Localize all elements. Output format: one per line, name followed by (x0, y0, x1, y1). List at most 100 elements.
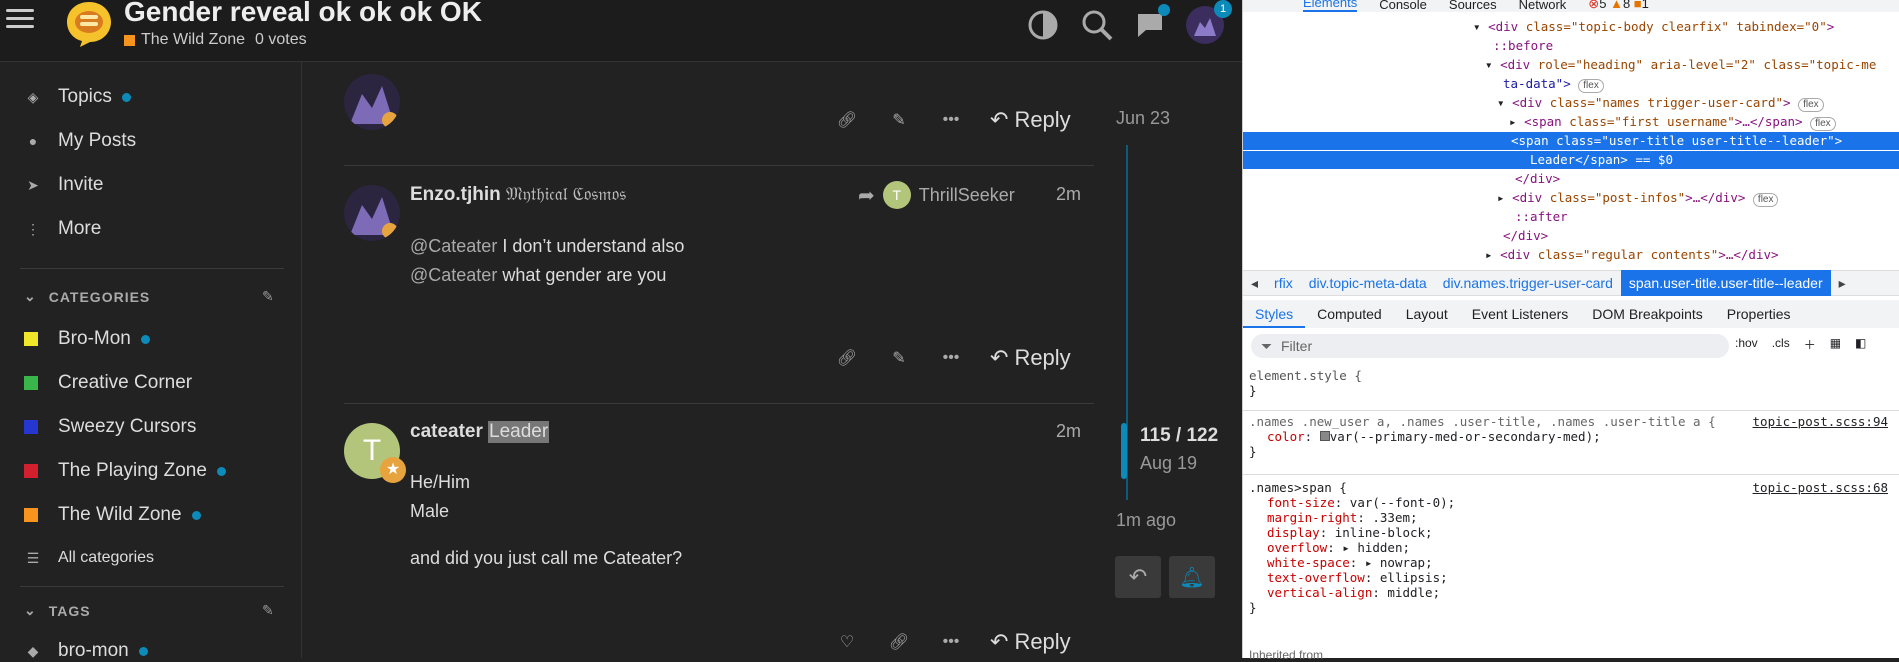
link-icon[interactable]: 🔗︎ (886, 629, 912, 655)
breadcrumb-scroll-right[interactable]: ▸ (1831, 275, 1854, 292)
post-avatar[interactable] (344, 185, 400, 241)
post-time[interactable]: 2m (1056, 421, 1081, 442)
timeline-start-date[interactable]: Jun 23 (1116, 108, 1170, 129)
hov-toggle[interactable]: :hov (1735, 336, 1758, 353)
sidebar-item-topics[interactable]: ◈ Topics (24, 86, 131, 108)
rule-property[interactable]: overflow: ▸ hidden; (1243, 540, 1899, 555)
tab-layout[interactable]: Layout (1394, 306, 1460, 322)
sidebar-item-my-posts[interactable]: ● My Posts (24, 130, 136, 152)
breadcrumb-item[interactable]: div.names.trigger-user-card (1435, 275, 1621, 291)
breadcrumb-item[interactable]: rfix (1266, 275, 1301, 291)
edit-pencil-icon[interactable]: ✎ (886, 345, 912, 371)
more-horizontal-icon[interactable]: ••• (938, 629, 964, 655)
hamburger-menu-button[interactable] (6, 4, 34, 34)
post-avatar[interactable] (344, 74, 400, 130)
dom-node-selected[interactable]: <span class="user-title user-title--lead… (1243, 132, 1899, 150)
dom-node[interactable]: ::after (1515, 208, 1568, 226)
search-icon[interactable] (1078, 6, 1116, 44)
rule-selector[interactable]: element.style { (1243, 368, 1899, 383)
rule-property[interactable]: display: inline-block; (1243, 525, 1899, 540)
edit-tags-icon[interactable]: ✎ (262, 602, 274, 619)
post-time[interactable]: 2m (1056, 184, 1081, 205)
topic-category[interactable]: The Wild Zone 0 votes (124, 31, 307, 49)
rule-property[interactable]: white-space: ▸ nowrap; (1243, 555, 1899, 570)
chat-icon[interactable] (1132, 4, 1170, 44)
more-horizontal-icon[interactable]: ••• (938, 107, 964, 133)
dom-node[interactable]: ta-data"> flex (1503, 75, 1604, 93)
reply-button[interactable]: ↶ Reply (990, 107, 1071, 133)
tab-dom-breakpoints[interactable]: DOM Breakpoints (1580, 306, 1714, 322)
sidebar-all-categories[interactable]: ☰ All categories (24, 549, 154, 567)
tab-event-listeners[interactable]: Event Listeners (1460, 306, 1581, 322)
sidebar-toggle-icon[interactable]: ◧ (1855, 336, 1866, 353)
sidebar-category-creative-corner[interactable]: Creative Corner (24, 372, 192, 394)
dom-node[interactable]: ▸ <span class="first username">…</span> … (1509, 113, 1836, 131)
sidebar-category-bro-mon[interactable]: Bro-Mon (24, 328, 150, 350)
dom-node[interactable]: </div> (1503, 227, 1548, 245)
dom-node[interactable]: ▾ <div role="heading" aria-level="2" cla… (1485, 56, 1876, 74)
reply-topic-button[interactable]: ↶ (1115, 556, 1161, 598)
flex-badge[interactable]: flex (1578, 79, 1604, 93)
breadcrumb-item[interactable]: div.topic-meta-data (1301, 275, 1435, 291)
post-username[interactable]: Enzo.tjhin (410, 184, 501, 206)
site-logo[interactable] (64, 0, 114, 48)
theme-toggle-icon[interactable] (1024, 6, 1062, 44)
user-avatar[interactable]: 1 (1186, 0, 1232, 44)
tab-console[interactable]: Console (1379, 0, 1427, 12)
sidebar-item-invite[interactable]: ➤ Invite (24, 174, 103, 196)
tab-styles[interactable]: Styles (1243, 300, 1306, 328)
link-icon[interactable]: 🔗︎ (834, 107, 860, 133)
dom-node[interactable]: ▾ <div class="topic-body clearfix" tabin… (1473, 18, 1834, 36)
post-avatar[interactable]: T ★ (344, 423, 406, 483)
sidebar-category-the-wild-zone[interactable]: The Wild Zone (24, 504, 201, 526)
cls-toggle[interactable]: .cls (1772, 336, 1790, 353)
link-icon[interactable]: 🔗︎ (834, 345, 860, 371)
topic-title[interactable]: Gender reveal ok ok ok OK (124, 0, 482, 28)
dom-node[interactable]: ▸ <div class="regular contents">…</div> (1485, 246, 1779, 264)
more-horizontal-icon[interactable]: ••• (938, 345, 964, 371)
tab-elements[interactable]: Elements (1303, 0, 1358, 12)
timeline-last-activity[interactable]: 1m ago (1116, 510, 1176, 531)
categories-heading[interactable]: ⌄ CATEGORIES (24, 288, 150, 305)
reply-button[interactable]: ↶ Reply (990, 629, 1071, 655)
dom-node[interactable]: ▾ <div class="names trigger-user-card"> … (1497, 94, 1824, 112)
rule-source-link[interactable]: topic-post.scss:94 (1753, 414, 1888, 429)
tags-heading[interactable]: ⌄ TAGS (24, 602, 91, 619)
tab-network[interactable]: Network (1519, 0, 1567, 12)
mention-link[interactable]: @Cateater (410, 236, 497, 256)
post-username[interactable]: cateater (410, 421, 483, 443)
color-swatch[interactable] (1319, 431, 1330, 441)
rule-source-link[interactable]: topic-post.scss:68 (1753, 480, 1888, 495)
tab-properties[interactable]: Properties (1715, 306, 1803, 322)
edit-categories-icon[interactable]: ✎ (262, 288, 274, 305)
styles-filter-input[interactable]: ⏷ Filter (1251, 334, 1729, 358)
tab-computed[interactable]: Computed (1305, 306, 1394, 322)
sidebar-category-the-playing-zone[interactable]: The Playing Zone (24, 460, 226, 482)
notification-level-button[interactable]: 🔔︎ (1169, 556, 1215, 598)
sidebar-category-sweezy-cursors[interactable]: Sweezy Cursors (24, 416, 196, 438)
paint-icon[interactable]: ▦ (1830, 336, 1841, 353)
dom-node-selected[interactable]: Leader</span> == $0 (1243, 151, 1899, 169)
dom-node[interactable]: ::before (1493, 37, 1553, 55)
mention-link[interactable]: @Cateater (410, 265, 497, 285)
add-rule-icon[interactable]: ＋ (1804, 336, 1816, 353)
sidebar-item-more[interactable]: ⋮ More (24, 218, 101, 240)
rule-property[interactable]: color: var(--primary-med-or-secondary-me… (1243, 429, 1899, 444)
rule-property[interactable]: margin-right: .33em; (1243, 510, 1899, 525)
rule-property[interactable]: font-size: var(--font-0); (1243, 495, 1899, 510)
error-count[interactable]: ⊗5 ▲8 ■1 (1588, 0, 1649, 12)
flex-badge[interactable]: flex (1752, 193, 1779, 207)
reply-button[interactable]: ↶ Reply (990, 345, 1071, 371)
breadcrumb-item-active[interactable]: span.user-title.user-title--leader (1620, 270, 1831, 296)
tab-sources[interactable]: Sources (1449, 0, 1497, 12)
flex-badge[interactable]: flex (1798, 98, 1824, 112)
reply-to-tab[interactable]: ➦ T ThrillSeeker (858, 181, 1015, 209)
category-label[interactable]: The Wild Zone (141, 31, 245, 49)
timeline-handle[interactable] (1121, 423, 1127, 479)
sidebar-tag-bro-mon[interactable]: ◆ bro-mon (24, 640, 148, 662)
heart-icon[interactable]: ♡ (834, 629, 860, 655)
flex-badge[interactable]: flex (1810, 117, 1836, 131)
dom-node[interactable]: ▸ <div class="post-infos">…</div> flex (1497, 189, 1779, 207)
edit-pencil-icon[interactable]: ✎ (886, 107, 912, 133)
rule-property[interactable]: text-overflow: ellipsis; (1243, 570, 1899, 585)
